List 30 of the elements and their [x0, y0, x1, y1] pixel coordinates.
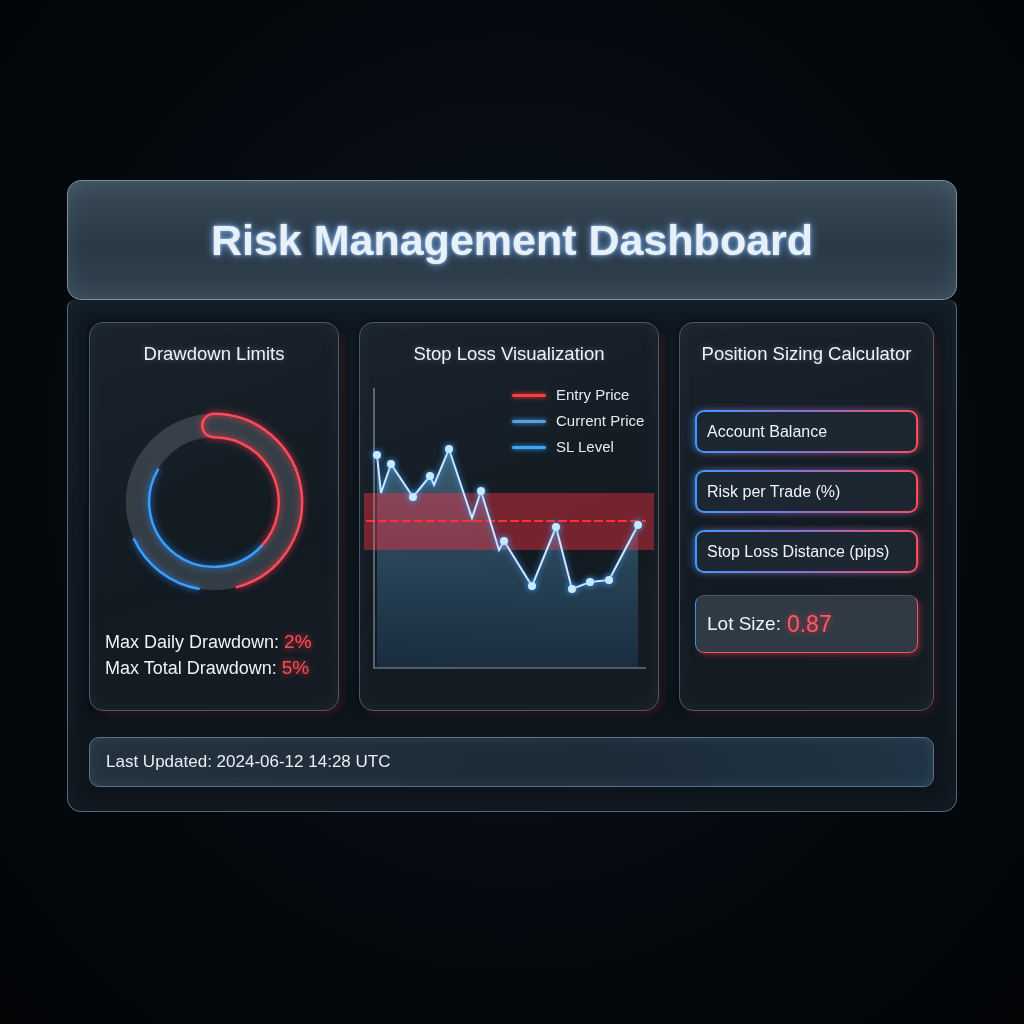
input-field[interactable]: Risk per Trade (%): [695, 470, 918, 513]
data-point: [445, 445, 453, 453]
card-title: Drawdown Limits: [143, 342, 285, 366]
limit-label: Max Daily Drawdown:: [105, 631, 280, 654]
data-point: [528, 582, 536, 590]
dashboard-title: Risk Management Dashboard: [210, 215, 814, 266]
data-point: [477, 487, 485, 495]
input-field[interactable]: Stop Loss Distance (pips): [695, 530, 918, 573]
card-title: Stop Loss Visualization: [413, 342, 605, 366]
limit-value: 2%: [284, 630, 312, 654]
card-title: Position Sizing Calculator: [701, 342, 912, 366]
last-updated-text: Last Updated: 2024-06-12 14:28 UTC: [106, 751, 391, 773]
data-point: [586, 578, 594, 586]
legend-label: Current Price: [556, 411, 645, 431]
input-field[interactable]: Account Balance: [695, 410, 918, 453]
legend-label: SL Level: [556, 437, 614, 457]
data-point: [605, 576, 613, 584]
limit-label: Max Total Drawdown:: [105, 657, 277, 680]
data-point: [387, 460, 395, 468]
legend-label: Entry Price: [556, 385, 630, 405]
data-point: [568, 585, 576, 593]
data-point: [500, 537, 508, 545]
lot-size-value: 0.87: [786, 610, 832, 638]
data-point: [426, 472, 434, 480]
data-point: [552, 523, 560, 531]
data-point: [409, 493, 417, 501]
limit-value: 5%: [281, 656, 310, 680]
data-point: [634, 521, 642, 529]
lot-size-label: Lot Size:: [707, 612, 781, 636]
data-point: [373, 451, 381, 459]
